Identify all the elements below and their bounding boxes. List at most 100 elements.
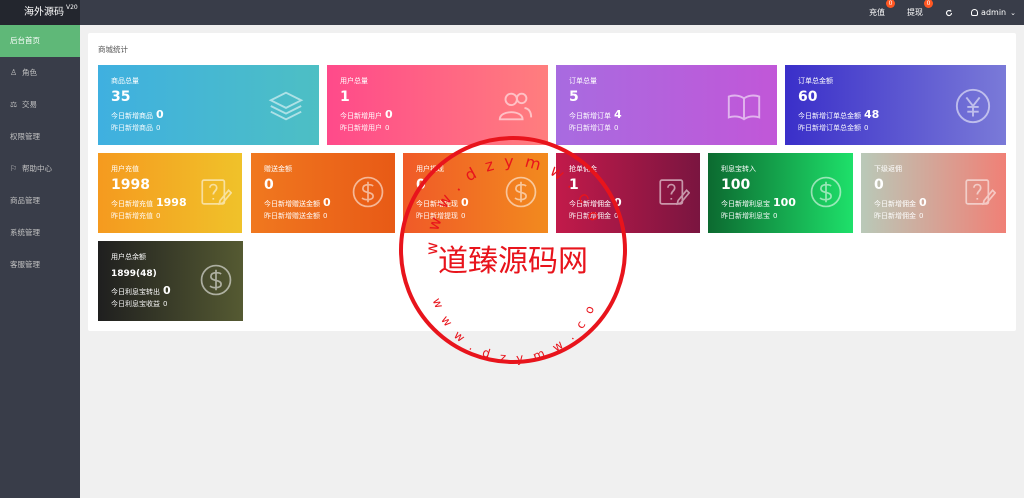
card-yesterday-value: 0 [773,212,778,220]
sidebar-item-permissions[interactable]: 权限管理 [0,121,80,153]
recharge-label: 充值 [869,8,886,17]
card-today-line: 今日利息宝转出 0 [111,284,171,297]
card-today-label: 今日新增佣金 [874,200,916,208]
yen-icon [954,87,992,125]
card-today-value: 0 [385,108,393,121]
card-value: 35 [111,89,131,105]
stat-card: 下级返佣 0 今日新增佣金 0 昨日新增佣金 0 [861,153,1006,233]
recharge-button[interactable]: 充值 0 [869,0,896,18]
edit-icon [656,175,691,209]
brand-logo[interactable]: 海外源码 V20 [0,0,80,25]
user-menu[interactable]: admin ⌄ [971,8,1016,17]
card-today-line: 今日新增赠送金额 0 [264,196,331,209]
card-today-line: 今日新增商品 0 [111,108,164,121]
card-yesterday-line: 昨日新增充值 0 [111,211,160,221]
sidebar: 后台首页 ♙ 角色 ⚖ 交易 权限管理 ⚐ 帮助中心 商品管理 系统管理 客服管理 [0,25,80,498]
card-title: 用户总量 [340,77,368,85]
card-yesterday-line: 昨日新增商品 0 [111,123,160,133]
stat-card: 赠送金额 0 今日新增赠送金额 0 昨日新增赠送金额 0 [251,153,395,233]
card-today-label: 今日新增利息宝 [721,200,770,208]
sidebar-item-label: 交易 [22,100,37,109]
dollar-icon [504,175,538,209]
stats-panel: 商城统计 商品总量 35 今日新增商品 0 昨日新增商品 0 用户总量 1 今日新增用户 0 昨日新… [88,33,1016,331]
card-title: 商品总量 [111,77,139,85]
sidebar-item-label: 客服管理 [10,260,40,269]
withdraw-button[interactable]: 提现 0 [907,0,934,18]
card-yesterday-value: 0 [323,212,328,220]
refresh-icon [946,9,953,16]
sidebar-item-trade[interactable]: ⚖ 交易 [0,89,80,121]
stat-card: 订单总金额 60 今日新增订单总金额 48 昨日新增订单总金额 0 [785,65,1006,145]
card-today-line: 今日新增提现 0 [416,196,469,209]
card-today-value: 0 [919,196,927,209]
card-value: 0 [416,177,426,193]
sidebar-item-help[interactable]: ⚐ 帮助中心 [0,153,80,185]
card-value: 1 [340,89,350,105]
sidebar-item-support[interactable]: 客服管理 [0,249,80,281]
card-today-line: 今日新增用户 0 [340,108,393,121]
card-yesterday-value: 0 [163,300,168,308]
flag-icon: ⚐ [10,164,18,173]
card-yesterday-value: 0 [461,212,466,220]
card-yesterday-label: 昨日新增订单总金额 [798,124,861,132]
withdraw-label: 提现 [907,8,924,17]
edit-icon [962,175,997,209]
card-today-value: 0 [461,196,469,209]
sidebar-item-home[interactable]: 后台首页 [0,25,80,57]
card-today-line: 今日新增充值 1998 [111,196,187,209]
edit-icon [198,175,233,209]
card-yesterday-line: 昨日新增订单总金额 0 [798,123,868,133]
refresh-button[interactable] [945,9,953,17]
card-today-label: 今日利息宝转出 [111,288,160,296]
card-yesterday-value: 0 [864,124,869,132]
card-today-label: 今日新增佣金 [569,200,611,208]
dollar-icon [351,175,385,209]
stat-card: 用户总余额 1899(48) 今日利息宝转出 0 今日利息宝收益 0 [98,241,243,321]
sidebar-item-products[interactable]: 商品管理 [0,185,80,217]
dollar-icon [199,263,233,297]
card-today-line: 今日新增佣金 0 [569,196,622,209]
card-yesterday-value: 0 [156,124,161,132]
withdraw-badge: 0 [924,0,934,8]
card-yesterday-label: 昨日新增商品 [111,124,153,132]
card-today-label: 今日新增订单 [569,112,611,120]
card-yesterday-line: 昨日新增佣金 0 [874,211,923,221]
stat-card: 利息宝转入 100 今日新增利息宝 100 昨日新增利息宝 0 [708,153,853,233]
card-yesterday-label: 今日利息宝收益 [111,300,160,308]
sidebar-item-label: 帮助中心 [22,164,52,173]
card-today-value: 1998 [156,196,187,209]
panel-title: 商城统计 [98,45,128,54]
card-title: 订单总量 [569,77,597,85]
card-yesterday-line: 昨日新增利息宝 0 [721,211,777,221]
top-nav: 充值 0 提现 0 admin ⌄ [851,0,1016,25]
users-icon [496,87,534,125]
card-yesterday-label: 昨日新增订单 [569,124,611,132]
card-yesterday-label: 昨日新增佣金 [569,212,611,220]
sidebar-item-system[interactable]: 系统管理 [0,217,80,249]
card-yesterday-line: 今日利息宝收益 0 [111,299,167,309]
card-today-value: 0 [156,108,164,121]
sidebar-item-label: 后台首页 [10,36,40,45]
sidebar-item-label: 权限管理 [10,132,40,141]
card-value: 60 [798,89,818,105]
sidebar-item-label: 商品管理 [10,196,40,205]
layers-icon [267,87,305,125]
card-yesterday-value: 0 [614,212,619,220]
user-icon [971,9,979,16]
card-yesterday-value: 0 [919,212,924,220]
card-today-line: 今日新增订单总金额 48 [798,108,879,121]
top-header: 海外源码 V20 充值 0 提现 0 admin ⌄ [0,0,1024,25]
card-value: 100 [721,177,751,193]
username: admin [981,8,1007,17]
sidebar-item-roles[interactable]: ♙ 角色 [0,57,80,89]
card-value: 0 [264,177,274,193]
card-value: 1899(48) [111,269,157,279]
card-today-label: 今日新增商品 [111,112,153,120]
card-value: 1 [569,177,579,193]
card-today-value: 0 [614,196,622,209]
scale-icon: ⚖ [10,100,18,109]
card-yesterday-label: 昨日新增充值 [111,212,153,220]
stat-card: 用户充值 1998 今日新增充值 1998 昨日新增充值 0 [98,153,242,233]
sidebar-item-label: 系统管理 [10,228,40,237]
card-yesterday-line: 昨日新增订单 0 [569,123,618,133]
